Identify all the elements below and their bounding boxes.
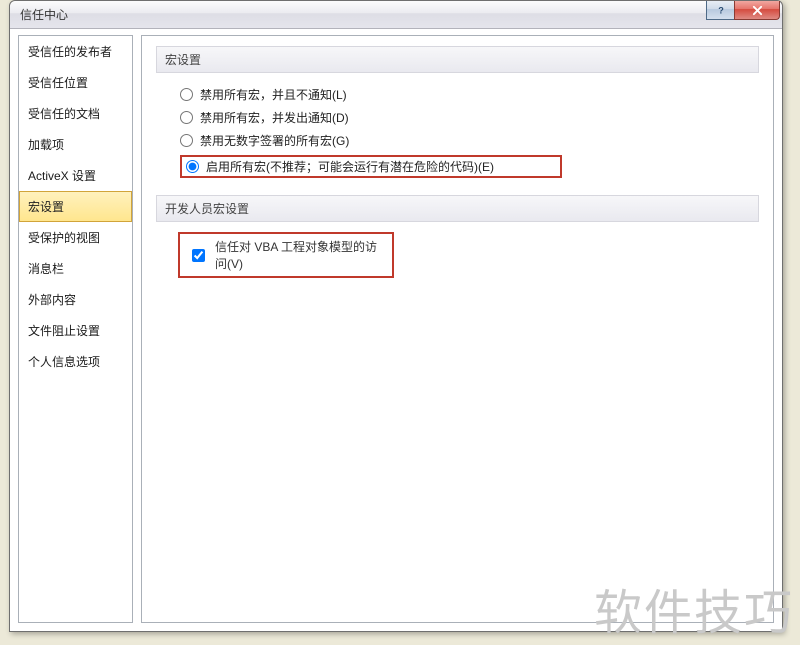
- dialog-window: 信任中心 ? 受信任的发布者 受信任位置 受信任的文档 加载项 ActiveX …: [9, 0, 783, 632]
- window-controls: ?: [707, 1, 780, 20]
- radio-label: 启用所有宏(不推荐；可能会运行有潜在危险的代码)(E): [206, 158, 494, 175]
- sidebar-item-trusted-documents[interactable]: 受信任的文档: [19, 98, 132, 129]
- sidebar-item-privacy[interactable]: 个人信息选项: [19, 346, 132, 377]
- radio-disable-unsigned[interactable]: [180, 134, 193, 147]
- window-title: 信任中心: [10, 6, 68, 23]
- highlight-enable-all: 启用所有宏(不推荐；可能会运行有潜在危险的代码)(E): [180, 155, 562, 178]
- highlight-trust-vba: 信任对 VBA 工程对象模型的访问(V): [178, 232, 394, 278]
- radio-disable-no-notify[interactable]: [180, 88, 193, 101]
- sidebar: 受信任的发布者 受信任位置 受信任的文档 加载项 ActiveX 设置 宏设置 …: [18, 35, 133, 623]
- help-button[interactable]: ?: [706, 1, 735, 20]
- macro-options: 禁用所有宏，并且不通知(L) 禁用所有宏，并发出通知(D) 禁用无数字签署的所有…: [178, 83, 759, 181]
- sidebar-item-trusted-publishers[interactable]: 受信任的发布者: [19, 36, 132, 67]
- help-icon: ?: [715, 5, 727, 15]
- radio-label: 禁用无数字签署的所有宏(G): [200, 132, 349, 149]
- opt-disable-notify[interactable]: 禁用所有宏，并发出通知(D): [178, 106, 759, 129]
- radio-enable-all[interactable]: [186, 160, 199, 173]
- close-button[interactable]: [734, 1, 780, 20]
- sidebar-item-external-content[interactable]: 外部内容: [19, 284, 132, 315]
- sidebar-item-file-block[interactable]: 文件阻止设置: [19, 315, 132, 346]
- sidebar-item-addins[interactable]: 加载项: [19, 129, 132, 160]
- sidebar-item-message-bar[interactable]: 消息栏: [19, 253, 132, 284]
- close-icon: [751, 5, 764, 16]
- opt-disable-unsigned[interactable]: 禁用无数字签署的所有宏(G): [178, 129, 759, 152]
- section-macro-header: 宏设置: [156, 46, 759, 73]
- svg-text:?: ?: [718, 5, 724, 15]
- content-pane: 宏设置 禁用所有宏，并且不通知(L) 禁用所有宏，并发出通知(D) 禁用无数字签…: [141, 35, 774, 623]
- sidebar-item-macro-settings[interactable]: 宏设置: [19, 191, 132, 222]
- radio-label: 禁用所有宏，并且不通知(L): [200, 86, 347, 103]
- sidebar-item-protected-view[interactable]: 受保护的视图: [19, 222, 132, 253]
- opt-enable-all[interactable]: 启用所有宏(不推荐；可能会运行有潜在危险的代码)(E): [178, 152, 759, 181]
- sidebar-item-trusted-locations[interactable]: 受信任位置: [19, 67, 132, 98]
- radio-disable-notify[interactable]: [180, 111, 193, 124]
- opt-disable-no-notify[interactable]: 禁用所有宏，并且不通知(L): [178, 83, 759, 106]
- titlebar[interactable]: 信任中心 ?: [10, 1, 782, 29]
- radio-label: 禁用所有宏，并发出通知(D): [200, 109, 349, 126]
- checkbox-label: 信任对 VBA 工程对象模型的访问(V): [215, 238, 384, 272]
- checkbox-trust-vba[interactable]: [192, 249, 205, 262]
- dialog-body: 受信任的发布者 受信任位置 受信任的文档 加载项 ActiveX 设置 宏设置 …: [10, 29, 782, 631]
- section-dev-header: 开发人员宏设置: [156, 195, 759, 222]
- sidebar-item-activex[interactable]: ActiveX 设置: [19, 160, 132, 191]
